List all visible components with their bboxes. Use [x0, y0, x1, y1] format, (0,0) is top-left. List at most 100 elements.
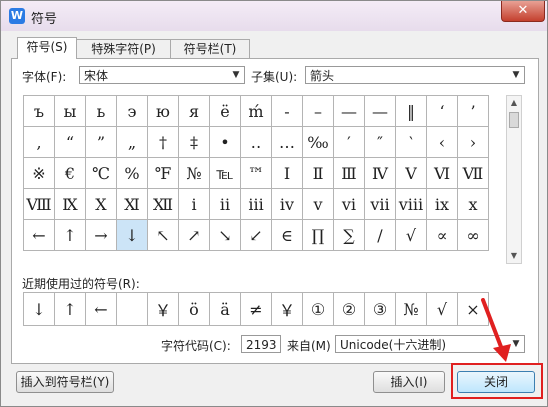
- symbol-cell[interactable]: ∑: [333, 219, 365, 251]
- symbol-cell[interactable]: %: [116, 157, 148, 189]
- symbol-cell[interactable]: “: [54, 126, 86, 158]
- symbol-cell[interactable]: ‹: [426, 126, 458, 158]
- symbol-cell-selected[interactable]: ↓: [116, 219, 148, 251]
- symbol-cell[interactable]: ∝: [426, 219, 458, 251]
- symbol-cell[interactable]: Ⅸ: [54, 188, 86, 220]
- symbol-cell[interactable]: Ⅺ: [116, 188, 148, 220]
- symbol-cell[interactable]: ∈: [271, 219, 303, 251]
- symbol-cell[interactable]: ∏: [302, 219, 334, 251]
- symbol-cell[interactable]: ℉: [147, 157, 179, 189]
- recent-symbol-cell[interactable]: ↓: [23, 292, 55, 326]
- window-close-button[interactable]: ✕: [501, 1, 545, 22]
- symbol-cell[interactable]: ⅸ: [426, 188, 458, 220]
- recent-symbol-cell[interactable]: ←: [85, 292, 117, 326]
- recent-symbol-cell[interactable]: ≠: [240, 292, 272, 326]
- symbol-cell[interactable]: Ⅹ: [85, 188, 117, 220]
- subset-select[interactable]: 箭头 ▼: [305, 66, 525, 84]
- symbol-cell[interactable]: ″: [364, 126, 396, 158]
- symbol-cell[interactable]: -: [271, 95, 303, 127]
- recent-symbol-cell[interactable]: ￥: [271, 292, 303, 326]
- symbol-cell[interactable]: ‵: [395, 126, 427, 158]
- insert-button[interactable]: 插入(I): [373, 371, 445, 393]
- tab-symbol-bar[interactable]: 符号栏(T): [170, 39, 250, 58]
- symbol-cell[interactable]: ⅷ: [395, 188, 427, 220]
- symbol-cell[interactable]: ⅲ: [240, 188, 272, 220]
- recent-symbol-cell[interactable]: √: [426, 292, 458, 326]
- symbol-cell[interactable]: …: [271, 126, 303, 158]
- symbol-cell[interactable]: ℡: [209, 157, 241, 189]
- symbol-cell[interactable]: –: [302, 95, 334, 127]
- symbol-cell[interactable]: ※: [23, 157, 55, 189]
- symbol-cell[interactable]: ›: [457, 126, 489, 158]
- symbol-grid-scrollbar[interactable]: ▲ ▼: [506, 95, 522, 264]
- symbol-cell[interactable]: ‡: [178, 126, 210, 158]
- symbol-cell[interactable]: ⅰ: [178, 188, 210, 220]
- tab-special-characters[interactable]: 特殊字符(P): [75, 39, 172, 58]
- recent-symbol-cell[interactable]: ö: [178, 292, 210, 326]
- symbol-cell[interactable]: э: [116, 95, 148, 127]
- symbol-cell[interactable]: Ⅰ: [271, 157, 303, 189]
- symbol-cell[interactable]: Ⅶ: [457, 157, 489, 189]
- symbol-cell[interactable]: ю: [147, 95, 179, 127]
- symbol-cell[interactable]: Ⅷ: [23, 188, 55, 220]
- recent-symbol-cell[interactable]: ②: [333, 292, 365, 326]
- symbol-cell[interactable]: †: [147, 126, 179, 158]
- recent-symbol-cell[interactable]: ↑: [54, 292, 86, 326]
- symbol-cell[interactable]: ’: [457, 95, 489, 127]
- scroll-up-icon[interactable]: ▲: [507, 96, 521, 110]
- symbol-cell[interactable]: ъ: [23, 95, 55, 127]
- symbol-cell[interactable]: „: [116, 126, 148, 158]
- symbol-cell[interactable]: ⅱ: [209, 188, 241, 220]
- symbol-cell[interactable]: ⅳ: [271, 188, 303, 220]
- symbol-cell[interactable]: ↖: [147, 219, 179, 251]
- symbol-cell[interactable]: Ⅱ: [302, 157, 334, 189]
- symbol-cell[interactable]: √: [395, 219, 427, 251]
- symbol-cell[interactable]: я: [178, 95, 210, 127]
- symbol-cell[interactable]: •: [209, 126, 241, 158]
- scroll-thumb[interactable]: [509, 112, 519, 128]
- symbol-cell[interactable]: ь: [85, 95, 117, 127]
- recent-symbol-cell[interactable]: ③: [364, 292, 396, 326]
- symbol-cell[interactable]: —: [364, 95, 396, 127]
- recent-symbol-cell[interactable]: [116, 292, 148, 326]
- symbol-cell[interactable]: Ⅳ: [364, 157, 396, 189]
- symbol-cell[interactable]: ⅹ: [457, 188, 489, 220]
- symbol-cell[interactable]: ,: [23, 126, 55, 158]
- symbol-cell[interactable]: ‰: [302, 126, 334, 158]
- symbol-cell[interactable]: ⅵ: [333, 188, 365, 220]
- symbol-cell[interactable]: —: [333, 95, 365, 127]
- symbol-cell[interactable]: ∞: [457, 219, 489, 251]
- symbol-cell[interactable]: ы: [54, 95, 86, 127]
- symbol-cell[interactable]: ⅶ: [364, 188, 396, 220]
- tab-symbols[interactable]: 符号(S): [17, 37, 77, 59]
- symbol-cell[interactable]: ‥: [240, 126, 272, 158]
- recent-symbol-cell[interactable]: ①: [302, 292, 334, 326]
- insert-to-symbol-bar-button[interactable]: 插入到符号栏(Y): [16, 371, 114, 393]
- symbol-cell[interactable]: ↙: [240, 219, 272, 251]
- symbol-cell[interactable]: ”: [85, 126, 117, 158]
- char-code-input[interactable]: 2193: [241, 335, 281, 353]
- symbol-cell[interactable]: ↘: [209, 219, 241, 251]
- font-select[interactable]: 宋体 ▼: [79, 66, 245, 84]
- symbol-cell[interactable]: ‘: [426, 95, 458, 127]
- symbol-cell[interactable]: ™: [240, 157, 272, 189]
- symbol-cell[interactable]: ′: [333, 126, 365, 158]
- scroll-down-icon[interactable]: ▼: [507, 249, 521, 263]
- symbol-cell[interactable]: ←: [23, 219, 55, 251]
- symbol-cell[interactable]: ↗: [178, 219, 210, 251]
- symbol-cell[interactable]: ⅴ: [302, 188, 334, 220]
- recent-symbol-cell[interactable]: ￥: [147, 292, 179, 326]
- symbol-cell[interactable]: Ⅵ: [426, 157, 458, 189]
- symbol-cell[interactable]: ℃: [85, 157, 117, 189]
- symbol-cell[interactable]: →: [85, 219, 117, 251]
- symbol-cell[interactable]: ḿ: [240, 95, 272, 127]
- symbol-cell[interactable]: №: [178, 157, 210, 189]
- symbol-cell[interactable]: ё: [209, 95, 241, 127]
- symbol-cell[interactable]: ∕: [364, 219, 396, 251]
- recent-symbol-cell[interactable]: ä: [209, 292, 241, 326]
- symbol-cell[interactable]: Ⅻ: [147, 188, 179, 220]
- symbol-cell[interactable]: €: [54, 157, 86, 189]
- recent-symbol-cell[interactable]: №: [395, 292, 427, 326]
- symbol-cell[interactable]: Ⅲ: [333, 157, 365, 189]
- symbol-cell[interactable]: Ⅴ: [395, 157, 427, 189]
